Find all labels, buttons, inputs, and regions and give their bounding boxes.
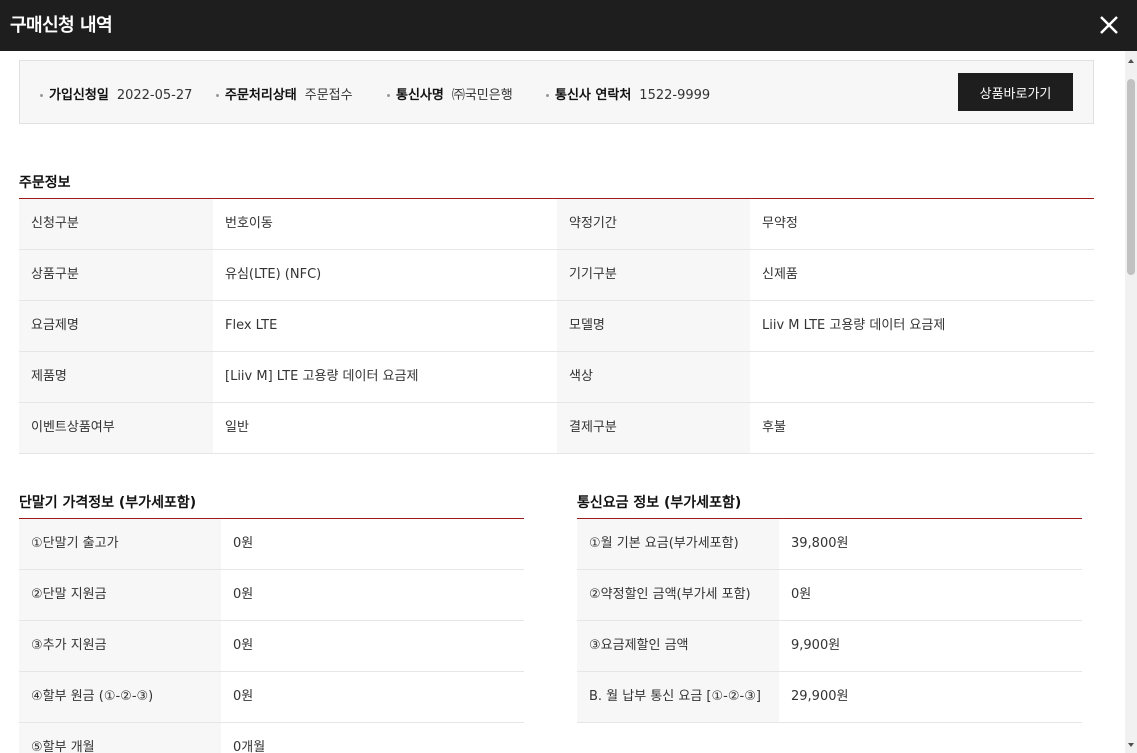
close-icon[interactable]	[1091, 7, 1127, 43]
scrollbar-thumb[interactable]	[1127, 79, 1135, 275]
summary-carrier-name: 통신사명 ㈜국민은행	[387, 84, 513, 103]
bullet-icon	[40, 94, 43, 97]
table-row: 제품명 [Liiv M] LTE 고용량 데이터 요금제 색상	[19, 352, 1094, 403]
table-row: ③추가 지원금 0원	[19, 621, 524, 672]
table-row: 요금제명 Flex LTE 모델명 Liiv M LTE 고용량 데이터 요금제	[19, 301, 1094, 352]
device-price-title: 단말기 가격정보 (부가세포함)	[19, 495, 197, 511]
table-row: ②약정할인 금액(부가세 포함) 0원	[577, 570, 1082, 621]
scroll-down-icon[interactable]	[1125, 737, 1137, 751]
order-info-title: 주문정보	[19, 175, 71, 191]
table-row: ②단말 지원금 0원	[19, 570, 524, 621]
modal-content: 가입신청일 2022-05-27 주문처리상태 주문접수 통신사명 ㈜국민은행 통신사…	[0, 51, 1125, 753]
table-row: 이벤트상품여부 일반 결제구분 후불	[19, 403, 1094, 454]
table-row: ①단말기 출고가 0원	[19, 519, 524, 570]
order-summary-box: 가입신청일 2022-05-27 주문처리상태 주문접수 통신사명 ㈜국민은행 통신사…	[19, 60, 1094, 124]
table-row: B. 월 납부 통신 요금 [①-②-③] 29,900원	[577, 672, 1082, 723]
vertical-scrollbar[interactable]	[1125, 51, 1137, 753]
scroll-up-icon[interactable]	[1125, 53, 1137, 67]
bullet-icon	[546, 94, 549, 97]
table-row: ③요금제할인 금액 9,900원	[577, 621, 1082, 672]
bullet-icon	[216, 94, 219, 97]
table-row: ⑤할부 개월 0개월	[19, 723, 524, 753]
summary-apply-date: 가입신청일 2022-05-27	[40, 84, 192, 103]
summary-carrier-contact: 통신사 연락처 1522-9999	[546, 84, 710, 103]
modal-title: 구매신청 내역	[10, 15, 113, 36]
table-row: ①월 기본 요금(부가세포함) 39,800원	[577, 519, 1082, 570]
summary-order-status: 주문처리상태 주문접수	[216, 84, 353, 103]
modal-header: 구매신청 내역	[0, 0, 1137, 51]
fee-info-title: 통신요금 정보 (부가세포함)	[577, 495, 742, 511]
table-row: 상품구분 유심(LTE) (NFC) 기기구분 신제품	[19, 250, 1094, 301]
bullet-icon	[387, 94, 390, 97]
go-to-product-button[interactable]: 상품바로가기	[958, 73, 1073, 111]
table-row: 신청구분 번호이동 약정기간 무약정	[19, 199, 1094, 250]
table-row: ④할부 원금 (①-②-③) 0원	[19, 672, 524, 723]
